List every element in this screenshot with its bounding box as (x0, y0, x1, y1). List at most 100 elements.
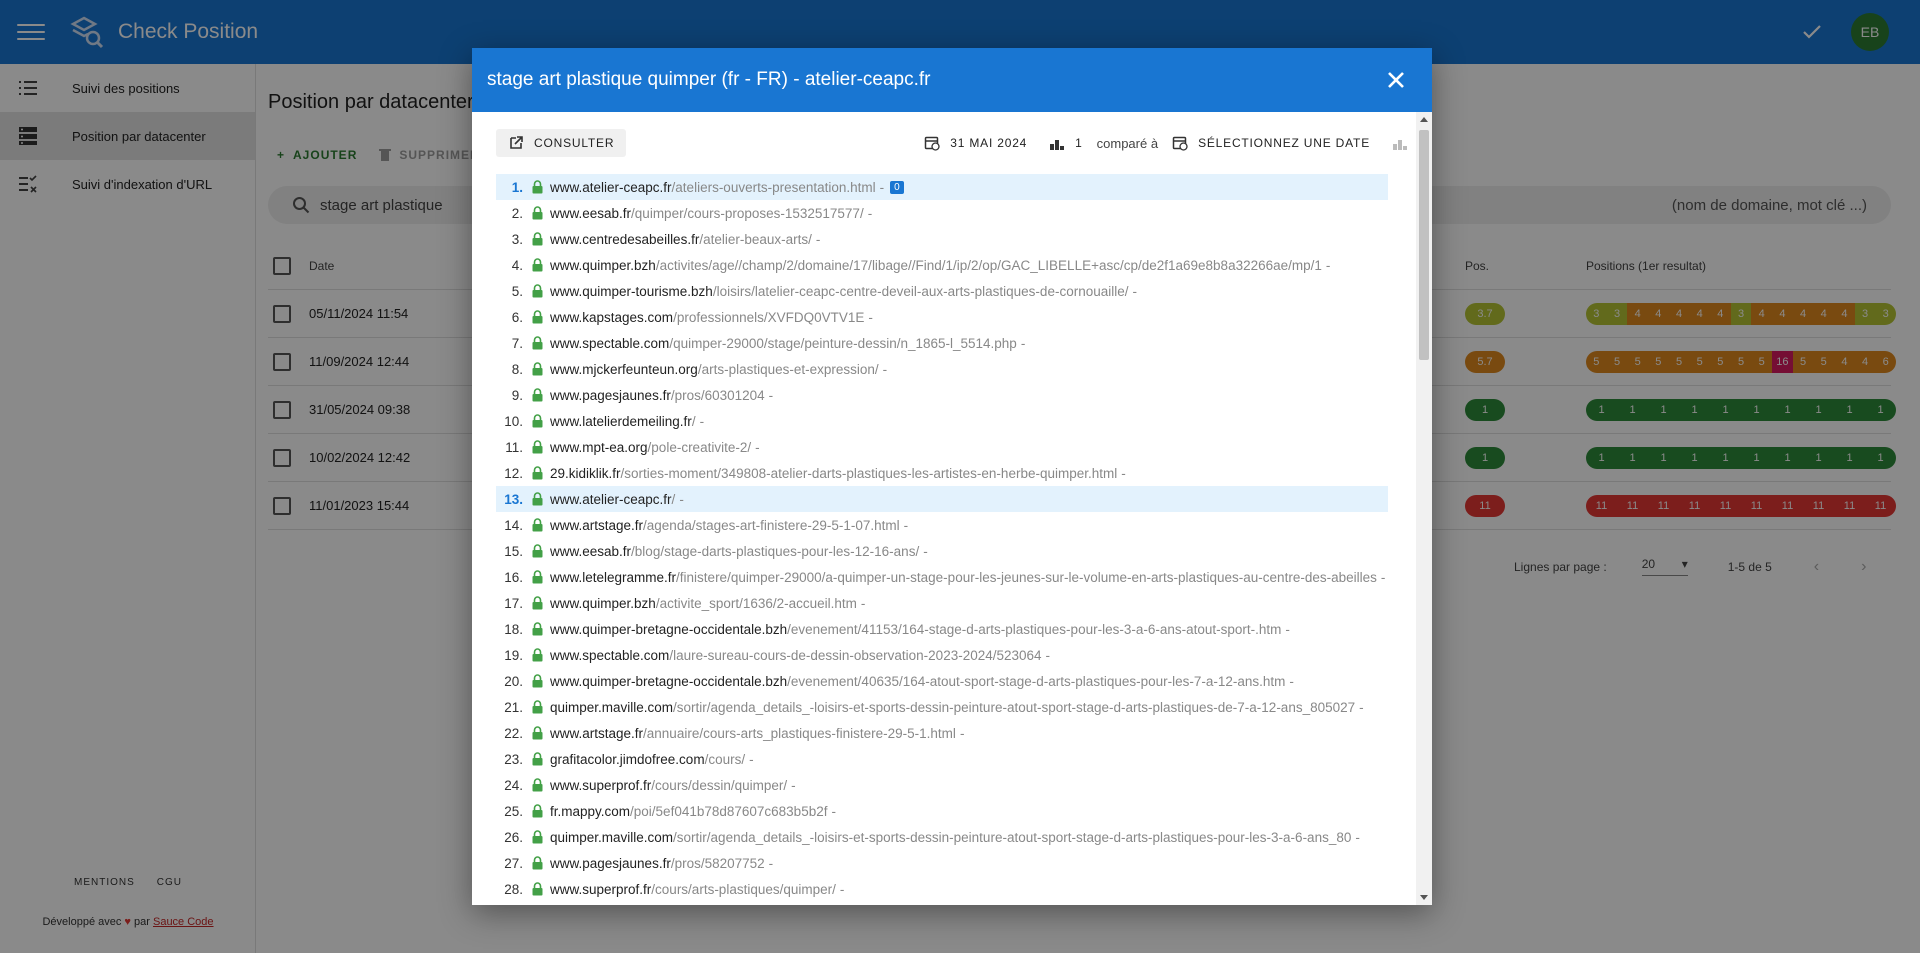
lock-icon (532, 752, 543, 766)
lock-icon (532, 180, 543, 194)
result-item[interactable]: 6. www.kapstages.com/professionnels/XVFDQ… (496, 304, 1388, 330)
result-domain: www.atelier-ceapc.fr (550, 179, 672, 195)
result-item[interactable]: 7. www.spectable.com/quimper-29000/stage/… (496, 330, 1388, 356)
result-domain: www.quimper-tourisme.bzh (550, 283, 713, 299)
result-rank: 24. (504, 777, 523, 793)
result-separator: - (1325, 257, 1331, 273)
result-item[interactable]: 19. www.spectable.com/laure-sureau-cours-… (496, 642, 1388, 668)
result-rank: 15. (504, 543, 523, 559)
result-domain: quimper.maville.com (550, 699, 674, 715)
result-item[interactable]: 1. www.atelier-ceapc.fr/ateliers-ouverts-… (496, 174, 1388, 200)
result-item[interactable]: 23. grafitacolor.jimdofree.com/cours/- (496, 746, 1388, 772)
lock-icon (532, 388, 543, 402)
result-rank: 1. (511, 179, 523, 195)
result-domain: grafitacolor.jimdofree.com (550, 751, 705, 767)
result-domain: www.letelegramme.fr (550, 569, 677, 585)
result-rank: 9. (511, 387, 523, 403)
result-path: /poi/5ef041b78d87607c683b5b2f (630, 803, 828, 819)
result-separator: - (860, 595, 866, 611)
result-item[interactable]: 26. quimper.maville.com/sortir/agenda_det… (496, 824, 1388, 850)
result-rank: 27. (504, 855, 523, 871)
result-domain: www.kapstages.com (550, 309, 674, 325)
result-item[interactable]: 10. www.latelierdemeiling.fr / - (496, 408, 1388, 434)
consult-button[interactable]: CONSULTER (496, 129, 627, 157)
result-path: /cours/dessin/quimper/ (651, 777, 788, 793)
result-rank: 21. (504, 699, 523, 715)
result-path: /annuaire/cours-arts_plastiques-finister… (643, 725, 956, 741)
result-item[interactable]: 13. www.atelier-ceapc.fr / - (496, 486, 1388, 512)
lock-icon (532, 232, 543, 246)
result-separator: - (699, 413, 705, 429)
result-separator: - (923, 543, 928, 559)
result-path: /sortir/agenda_details_-loisirs-et-sport… (673, 699, 1356, 715)
result-path: /cours/arts-plastiques/quimper/ (651, 881, 836, 897)
result-item[interactable]: 8. www.mjckerfeunteun.org/arts-plastiques… (496, 356, 1388, 382)
result-item[interactable]: 18. www.quimper-bretagne-occidentale.bzh /… (496, 616, 1388, 642)
result-domain: www.pagesjaunes.fr (550, 387, 671, 403)
result-domain: 29.kidiklik.fr (550, 465, 621, 481)
result-path: /activite_sport/1636/2-accueil.htm (655, 595, 857, 611)
result-separator: - (791, 777, 796, 793)
result-item[interactable]: 9. www.pagesjaunes.fr/pros/60301204- (496, 382, 1388, 408)
lock-icon (532, 648, 543, 662)
result-item[interactable]: 22. www.artstage.fr/annuaire/cours-arts_p… (496, 720, 1388, 746)
result-separator: - (1380, 569, 1386, 585)
result-rank: 7. (511, 335, 523, 351)
result-item[interactable]: 12. 29.kidiklik.fr/sorties-moment/349808-… (496, 460, 1388, 486)
result-rank: 17. (504, 595, 523, 611)
result-item[interactable]: 27. www.pagesjaunes.fr/pros/58207752- (496, 850, 1388, 876)
result-rank: 12. (504, 465, 523, 481)
result-domain: www.spectable.com (550, 647, 670, 663)
lock-icon (532, 544, 543, 558)
result-item[interactable]: 21. quimper.maville.com/sortir/agenda_det… (496, 694, 1388, 720)
compare-date-picker[interactable]: SÉLECTIONNEZ UNE DATE (1172, 135, 1370, 151)
result-domain: www.superprof.fr (550, 777, 652, 793)
result-rank: 5. (511, 283, 523, 299)
result-rank: 2. (511, 205, 523, 221)
result-path: / (671, 491, 676, 507)
result-domain: quimper.maville.com (550, 829, 674, 845)
result-separator: - (749, 751, 754, 767)
lock-icon (532, 518, 543, 532)
dialog-scrollbar[interactable] (1416, 112, 1432, 905)
date-picker[interactable]: 31 MAI 2024 (924, 135, 1027, 151)
open-external-icon (510, 136, 523, 149)
result-item[interactable]: 24. www.superprof.fr/cours/dessin/quimper… (496, 772, 1388, 798)
close-icon[interactable] (1386, 70, 1406, 90)
result-rank: 28. (504, 881, 523, 897)
result-item[interactable]: 28. www.superprof.fr/cours/arts-plastique… (496, 876, 1388, 902)
result-item[interactable]: 14. www.artstage.fr/agenda/stages-art-fin… (496, 512, 1388, 538)
result-item[interactable]: 5. www.quimper-tourisme.bzh/loisirs/latel… (496, 278, 1388, 304)
result-domain: www.atelier-ceapc.fr (550, 491, 672, 507)
result-domain: www.superprof.fr (550, 881, 652, 897)
result-item[interactable]: 2. www.eesab.fr/quimper/cours-proposes-15… (496, 200, 1388, 226)
lock-icon (532, 310, 543, 324)
result-item[interactable]: 15. www.eesab.fr/blog/stage-darts-plastiq… (496, 538, 1388, 564)
result-domain: www.eesab.fr (550, 205, 632, 221)
result-item[interactable]: 11. www.mpt-ea.org/pole-creativite-2/- (496, 434, 1388, 460)
result-item[interactable]: 20. www.quimper-bretagne-occidentale.bzh /… (496, 668, 1388, 694)
lock-icon (532, 336, 543, 350)
position-indicator: 1 (1049, 135, 1082, 151)
result-item[interactable]: 25. fr.mappy.com/poi/5ef041b78d87607c683b… (496, 798, 1388, 824)
result-path: /pole-creativite-2/ (647, 439, 752, 455)
serp-results-list: 1. www.atelier-ceapc.fr/ateliers-ouverts-… (496, 174, 1388, 902)
result-path: /pros/58207752 (670, 855, 765, 871)
result-separator: - (1359, 699, 1364, 715)
result-rank: 4. (511, 257, 523, 273)
result-rank: 10. (504, 413, 523, 429)
lock-icon (532, 284, 543, 298)
result-domain: www.centredesabeilles.fr (550, 231, 700, 247)
result-item[interactable]: 4. www.quimper.bzh/activites/age//champ/2… (496, 252, 1388, 278)
lock-icon (532, 206, 543, 220)
result-path: /quimper/cours-proposes-1532517577/ (631, 205, 864, 221)
result-path: /evenement/40635/164-atout-sport-stage-d… (787, 673, 1286, 689)
result-item[interactable]: 17. www.quimper.bzh/activite_sport/1636/2… (496, 590, 1388, 616)
result-rank: 6. (511, 309, 523, 325)
result-rank: 19. (504, 647, 523, 663)
result-item[interactable]: 3. www.centredesabeilles.fr/atelier-beaux… (496, 226, 1388, 252)
result-item[interactable]: 16. www.letelegramme.fr/finistere/quimper… (496, 564, 1388, 590)
result-rank: 11. (505, 439, 523, 455)
result-separator: - (1132, 283, 1138, 299)
lock-icon (532, 726, 543, 740)
